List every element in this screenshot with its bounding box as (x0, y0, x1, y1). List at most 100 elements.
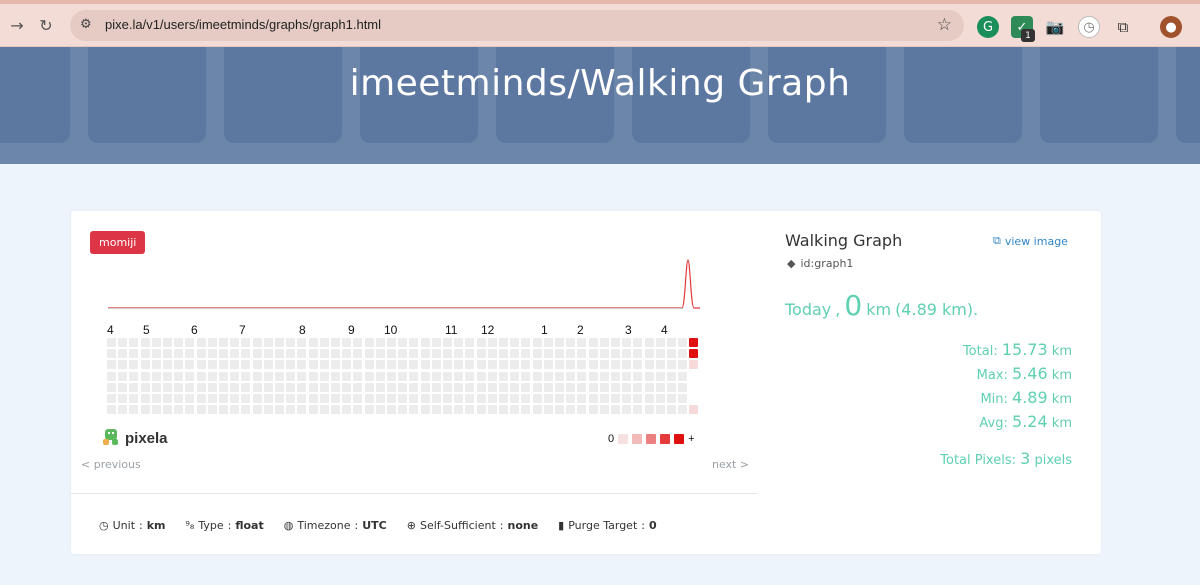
pixel-cell[interactable] (555, 382, 564, 392)
pixel-cell[interactable] (353, 382, 363, 392)
pixel-cell[interactable] (375, 360, 385, 370)
theme-badge[interactable]: momiji (90, 231, 146, 254)
pixel-cell[interactable] (465, 349, 475, 359)
pixel-cell[interactable] (566, 382, 576, 392)
pixel-cell[interactable] (510, 371, 520, 381)
pixel-cell[interactable] (644, 360, 654, 370)
pixel-cell[interactable] (331, 371, 340, 381)
pixel-cell[interactable] (633, 394, 643, 403)
pixel-cell[interactable] (107, 360, 116, 370)
pixel-cell[interactable] (465, 338, 475, 347)
pixel-cell[interactable] (342, 405, 352, 415)
pixel-cell[interactable] (655, 382, 665, 392)
pixel-cell[interactable] (521, 360, 531, 370)
pixel-cell[interactable] (532, 382, 542, 392)
pixel-cell[interactable] (252, 394, 262, 403)
pixel-cell[interactable] (196, 394, 206, 403)
pixel-cell[interactable] (207, 338, 217, 347)
pixel-cell[interactable] (689, 338, 699, 347)
pixel-cell[interactable] (398, 338, 408, 347)
pixel-cell[interactable] (678, 371, 688, 381)
pixel-cell[interactable] (364, 349, 374, 359)
pixel-cell[interactable] (174, 371, 184, 381)
pixel-cell[interactable] (633, 349, 643, 359)
pixel-cell[interactable] (443, 349, 452, 359)
pixel-cell[interactable] (297, 405, 307, 415)
pixel-cell[interactable] (577, 360, 587, 370)
pixel-cell[interactable] (219, 360, 228, 370)
pixel-cell[interactable] (510, 338, 520, 347)
pixel-cell[interactable] (633, 405, 643, 415)
pixel-cell[interactable] (286, 338, 296, 347)
pixel-cell[interactable] (263, 405, 273, 415)
pixel-cell[interactable] (633, 360, 643, 370)
pixel-cell[interactable] (353, 349, 363, 359)
address-bar[interactable]: ⚙ pixe.la/v1/users/imeetminds/graphs/gra… (70, 10, 964, 41)
pixel-cell[interactable] (319, 405, 329, 415)
pixel-cell[interactable] (543, 405, 553, 415)
pixel-cell[interactable] (107, 405, 116, 415)
pixel-cell[interactable] (185, 338, 195, 347)
pixel-cell[interactable] (375, 382, 385, 392)
pixel-cell[interactable] (286, 349, 296, 359)
pixel-cell[interactable] (353, 360, 363, 370)
pixel-cell[interactable] (319, 338, 329, 347)
pixel-cell[interactable] (543, 360, 553, 370)
pixel-cell[interactable] (140, 349, 150, 359)
pixel-cell[interactable] (599, 338, 609, 347)
pixel-cell[interactable] (151, 394, 161, 403)
pixel-cell[interactable] (487, 394, 497, 403)
pixel-cell[interactable] (599, 382, 609, 392)
pixel-cell[interactable] (454, 338, 464, 347)
pixel-cell[interactable] (252, 405, 262, 415)
pixel-cell[interactable] (611, 360, 620, 370)
pixel-cell[interactable] (599, 360, 609, 370)
pixel-cell[interactable] (207, 349, 217, 359)
pixel-cell[interactable] (443, 382, 452, 392)
pixel-cell[interactable] (207, 371, 217, 381)
pixel-cell[interactable] (185, 382, 195, 392)
pixel-cell[interactable] (107, 382, 116, 392)
pixel-cell[interactable] (387, 349, 396, 359)
pixel-cell[interactable] (375, 349, 385, 359)
pixel-cell[interactable] (532, 405, 542, 415)
pixel-cell[interactable] (140, 405, 150, 415)
pixel-cell[interactable] (431, 394, 441, 403)
pixel-cell[interactable] (398, 382, 408, 392)
pixel-cell[interactable] (588, 349, 598, 359)
pixel-cell[interactable] (107, 338, 116, 347)
pixel-cell[interactable] (163, 371, 172, 381)
pixel-cell[interactable] (555, 338, 564, 347)
pixel-cell[interactable] (499, 382, 508, 392)
pixel-cell[interactable] (398, 360, 408, 370)
pixel-cell[interactable] (219, 405, 228, 415)
pixel-cell[interactable] (387, 394, 396, 403)
pixel-cell[interactable] (633, 338, 643, 347)
pixel-cell[interactable] (655, 405, 665, 415)
pixel-cell[interactable] (331, 382, 340, 392)
pixel-cell[interactable] (308, 371, 318, 381)
pixel-cell[interactable] (163, 349, 172, 359)
pixel-cell[interactable] (342, 394, 352, 403)
pixel-cell[interactable] (118, 371, 128, 381)
pixel-cell[interactable] (667, 338, 676, 347)
pixel-cell[interactable] (151, 349, 161, 359)
pixel-cell[interactable] (521, 382, 531, 392)
pixel-cell[interactable] (487, 360, 497, 370)
pixel-cell[interactable] (331, 349, 340, 359)
pixel-cell[interactable] (252, 349, 262, 359)
pixel-cell[interactable] (577, 394, 587, 403)
pixel-cell[interactable] (196, 371, 206, 381)
pixel-cell[interactable] (599, 405, 609, 415)
pixel-cell[interactable] (308, 405, 318, 415)
pixel-cell[interactable] (611, 394, 620, 403)
pixel-cell[interactable] (118, 394, 128, 403)
pixel-cell[interactable] (655, 360, 665, 370)
pixel-cell[interactable] (118, 349, 128, 359)
pixel-cell[interactable] (353, 394, 363, 403)
pixel-cell[interactable] (342, 360, 352, 370)
pixel-cell[interactable] (252, 338, 262, 347)
pixel-cell[interactable] (331, 360, 340, 370)
pixel-cell[interactable] (230, 349, 240, 359)
pixel-cell[interactable] (443, 394, 452, 403)
